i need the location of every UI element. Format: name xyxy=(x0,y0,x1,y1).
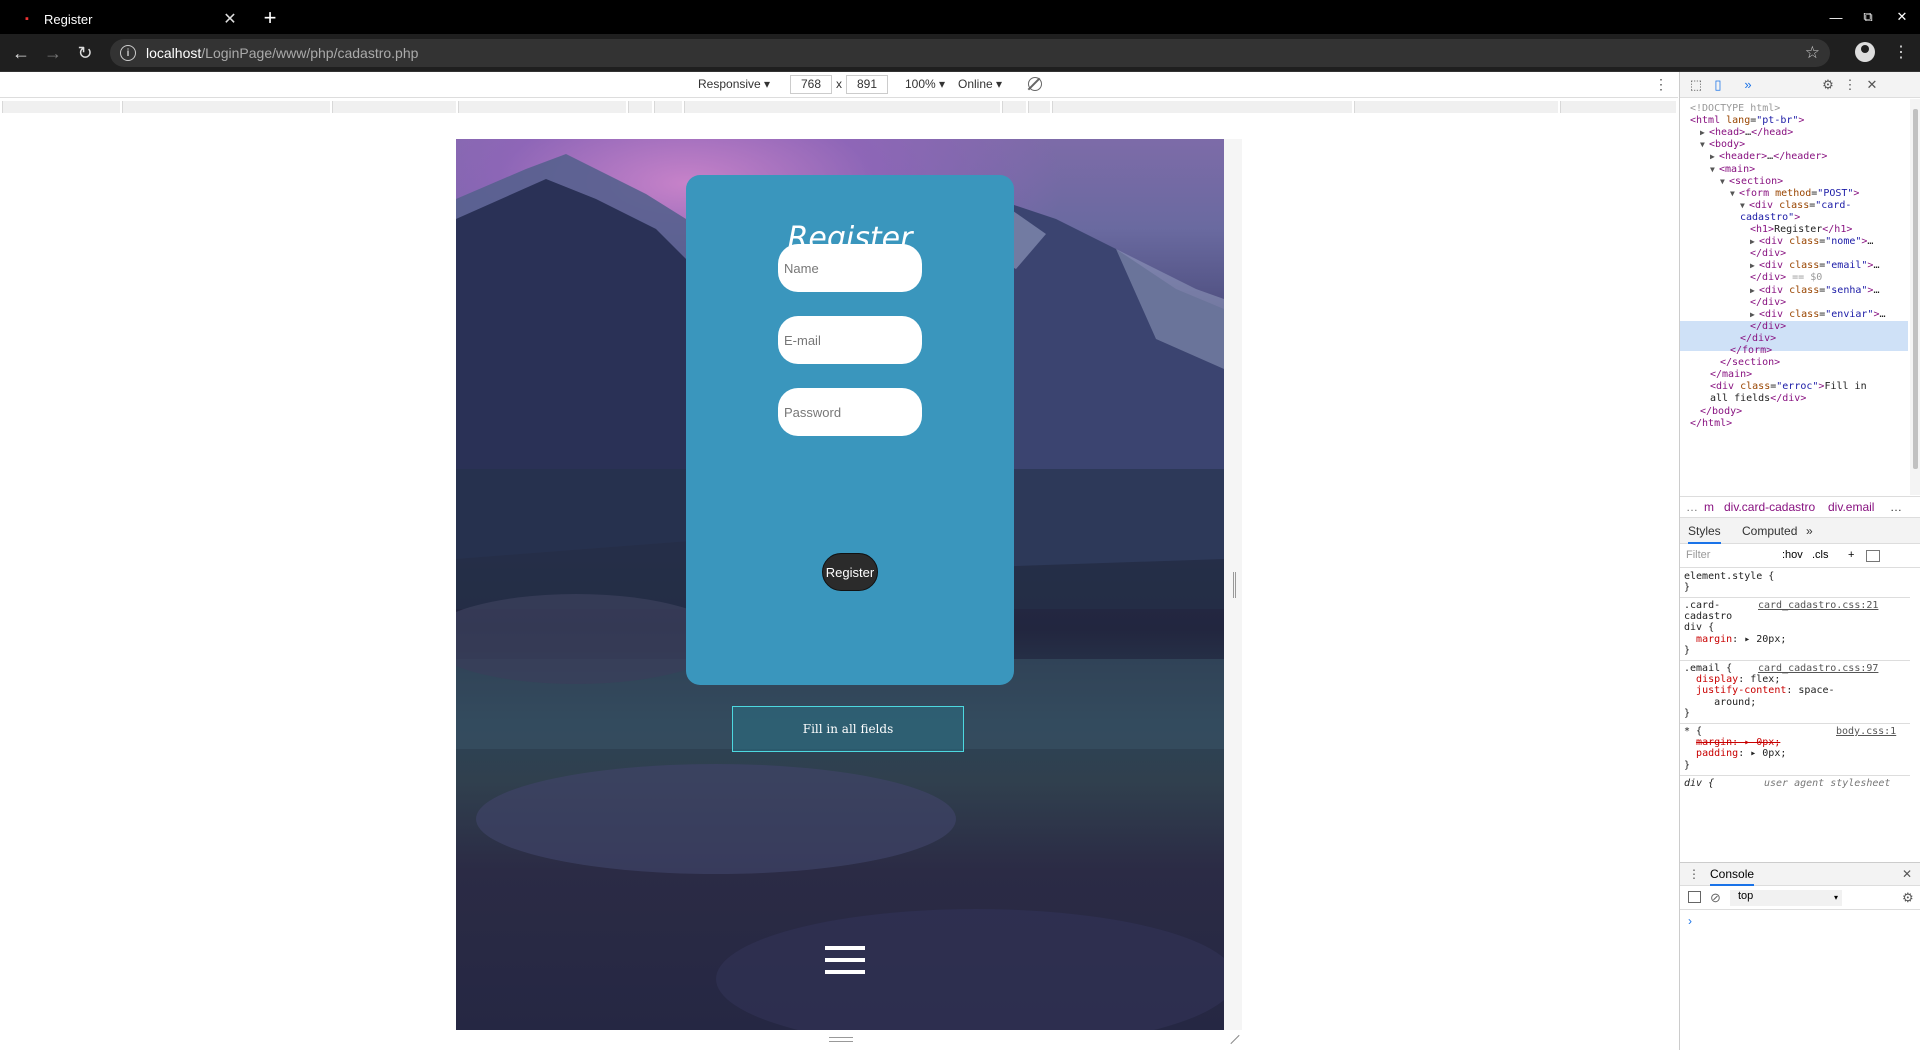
styles-tabs: Styles Computed » xyxy=(1680,518,1920,544)
context-select[interactable]: top ▾ xyxy=(1730,890,1842,906)
media-query-segment[interactable] xyxy=(684,101,1000,113)
tab-title: Register xyxy=(44,11,93,27)
rule-divider xyxy=(1680,775,1910,776)
email-input[interactable]: E-mail xyxy=(778,316,922,364)
media-query-segment[interactable] xyxy=(1002,101,1026,113)
settings-gear-icon[interactable]: ⚙ xyxy=(1820,77,1836,93)
devtools-close-icon[interactable]: ✕ xyxy=(1864,77,1880,93)
tab-more[interactable]: » xyxy=(1806,524,1813,538)
more-panels-icon[interactable]: » xyxy=(1740,77,1756,93)
tab-styles[interactable]: Styles xyxy=(1688,524,1721,544)
media-query-segment[interactable] xyxy=(628,101,652,113)
hamburger-menu-icon[interactable] xyxy=(825,946,865,974)
new-tab-button[interactable]: + xyxy=(258,5,282,30)
breadcrumb-item-email[interactable]: div.email xyxy=(1828,500,1874,514)
clear-console-icon[interactable]: ⊘ xyxy=(1710,890,1721,906)
drawer-close-icon[interactable]: ✕ xyxy=(1902,867,1912,881)
rule-divider xyxy=(1680,597,1910,598)
minimize-icon[interactable]: — xyxy=(1826,8,1846,26)
device-toggle-icon[interactable]: ▯ xyxy=(1710,77,1726,93)
error-message: Fill in all fields xyxy=(732,706,964,752)
address-bar[interactable]: i localhost/LoginPage/www/php/cadastro.p… xyxy=(110,39,1830,67)
styles-filter-row: Filter :hov .cls + xyxy=(1680,544,1920,568)
console-sidebar-icon[interactable] xyxy=(1688,891,1701,903)
devtools-panel: ⬚ ▯ » ⚙ ⋮ ✕ <!DOCTYPE html> <html lang="p… xyxy=(1679,72,1920,1050)
site-info-icon[interactable]: i xyxy=(120,45,136,61)
media-query-segment[interactable] xyxy=(2,101,120,113)
console-prompt[interactable]: › xyxy=(1688,914,1692,928)
tab-computed[interactable]: Computed xyxy=(1742,524,1797,538)
breadcrumb-overflow[interactable]: … xyxy=(1686,500,1698,514)
throttle-select[interactable]: Online ▾ xyxy=(958,77,1002,91)
media-query-segment[interactable] xyxy=(458,101,626,113)
console-toolbar: ⊘ top ▾ ⚙ xyxy=(1680,886,1920,910)
reload-icon[interactable]: ↻ xyxy=(74,42,96,64)
tab-strip: ▪ Register ✕ + — ⧉ ✕ xyxy=(0,0,1920,34)
height-resize-handle[interactable] xyxy=(829,1037,853,1042)
styles-filter-input[interactable]: Filter xyxy=(1686,549,1710,561)
rule-divider xyxy=(1680,660,1910,661)
viewport-width-input[interactable]: 768 xyxy=(790,75,832,94)
device-more-icon[interactable]: ⋮ xyxy=(1654,76,1668,93)
url-text[interactable]: localhost/LoginPage/www/php/cadastro.php xyxy=(146,45,418,61)
rule-divider xyxy=(1680,723,1910,724)
rule-universal: * { margin: ▸ 0px; padding: ▸ 0px;} body.… xyxy=(1684,726,1897,771)
browser-toolbar: ← → ↻ i localhost/LoginPage/www/php/cada… xyxy=(0,34,1920,72)
profile-avatar-icon[interactable] xyxy=(1855,42,1875,62)
zoom-select[interactable]: 100% ▾ xyxy=(905,77,945,91)
media-query-segment[interactable] xyxy=(1354,101,1558,113)
breadcrumb-item-m[interactable]: m xyxy=(1704,500,1714,514)
corner-resize-handle[interactable] xyxy=(1229,1035,1239,1045)
drawer-menu-icon[interactable]: ⋮ xyxy=(1688,867,1700,881)
bookmark-star-icon[interactable]: ☆ xyxy=(1805,43,1820,63)
console-drawer-header: ⋮ Console ✕ xyxy=(1680,862,1920,886)
rotate-icon[interactable] xyxy=(1028,77,1042,91)
media-query-segment[interactable] xyxy=(332,101,456,113)
media-query-segment[interactable] xyxy=(1560,101,1676,113)
hover-state-toggle[interactable]: :hov xyxy=(1782,549,1803,561)
console-settings-icon[interactable]: ⚙ xyxy=(1902,890,1914,906)
forward-icon[interactable]: → xyxy=(42,42,64,64)
browser-menu-icon[interactable]: ⋮ xyxy=(1893,42,1909,62)
rule-email: .email { display: flex; justify-content:… xyxy=(1684,663,1879,719)
breadcrumb-more[interactable]: … xyxy=(1890,500,1902,514)
width-resize-handle[interactable] xyxy=(1233,572,1236,598)
browser-tab[interactable]: ▪ Register ✕ xyxy=(10,4,246,34)
elements-tree[interactable]: <!DOCTYPE html> <html lang="pt-br"> ▶ <head… xyxy=(1680,99,1910,495)
new-rule-icon[interactable]: + xyxy=(1848,549,1854,561)
sidebar-toggle-icon[interactable] xyxy=(1866,550,1880,562)
media-query-segment[interactable] xyxy=(654,101,682,113)
breadcrumb: … m div.card-cadastro div.email … xyxy=(1680,496,1920,518)
tab-console[interactable]: Console xyxy=(1710,867,1755,886)
device-select[interactable]: Responsive ▾ xyxy=(698,77,770,91)
restore-icon[interactable]: ⧉ xyxy=(1858,8,1878,26)
breadcrumb-item-card[interactable]: div.card-cadastro xyxy=(1724,500,1815,514)
inspect-element-icon[interactable]: ⬚ xyxy=(1688,77,1704,93)
device-toolbar: Responsive ▾ 768 x 891 100% ▾ Online ▾ ⋮ xyxy=(0,72,1678,98)
media-query-segment[interactable] xyxy=(1028,101,1050,113)
media-query-bar[interactable] xyxy=(0,99,1678,115)
register-card: Register Name E-mail Password Register xyxy=(686,175,1014,685)
dom-node-line[interactable]: </html> xyxy=(1690,417,1732,432)
favicon-icon: ▪ xyxy=(25,13,29,25)
selected-node-highlight xyxy=(1680,321,1908,351)
register-button[interactable]: Register xyxy=(822,553,878,591)
elements-scrollbar[interactable] xyxy=(1910,99,1920,495)
viewport-height-input[interactable]: 891 xyxy=(846,75,888,94)
name-input[interactable]: Name xyxy=(778,244,922,292)
styles-pane[interactable]: element.style {} .card-cadastro div { mar… xyxy=(1680,569,1910,857)
rule-element-style: element.style {} xyxy=(1684,571,1775,594)
dimension-separator: x xyxy=(836,77,842,91)
back-icon[interactable]: ← xyxy=(10,42,32,64)
devtools-toolbar: ⬚ ▯ » ⚙ ⋮ ✕ xyxy=(1680,72,1920,98)
class-toggle[interactable]: .cls xyxy=(1812,549,1829,561)
devtools-menu-icon[interactable]: ⋮ xyxy=(1842,77,1858,93)
rule-card-cadastro-div: .card-cadastro div { margin: ▸ 20px;} card… xyxy=(1684,600,1879,656)
tab-close-icon[interactable]: ✕ xyxy=(220,9,240,29)
window-close-icon[interactable]: ✕ xyxy=(1892,8,1912,26)
media-query-segment[interactable] xyxy=(122,101,330,113)
media-query-segment[interactable] xyxy=(1052,101,1352,113)
password-input[interactable]: Password xyxy=(778,388,922,436)
rule-user-agent: div {user agent stylesheet xyxy=(1684,778,1891,789)
